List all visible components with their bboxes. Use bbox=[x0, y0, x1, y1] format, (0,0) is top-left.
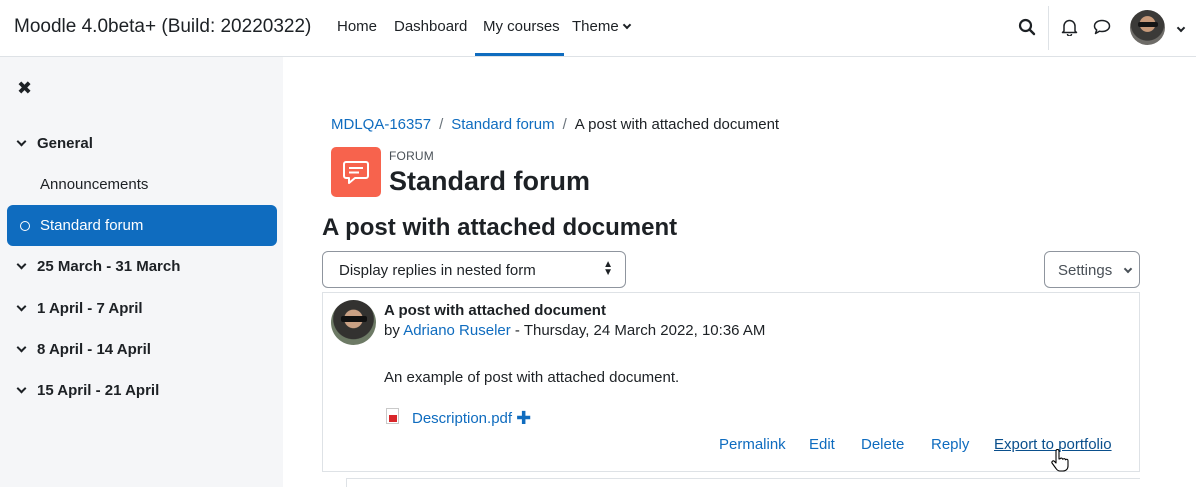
delete-link[interactable]: Delete bbox=[861, 436, 904, 453]
nav-theme-label: Theme bbox=[572, 18, 619, 35]
search-icon[interactable] bbox=[1018, 18, 1036, 36]
attachment-link[interactable]: Description.pdf bbox=[412, 410, 512, 427]
activity-type-label: FORUM bbox=[389, 149, 434, 163]
nav-my-courses[interactable]: My courses bbox=[483, 18, 560, 35]
section-label: 8 April - 14 April bbox=[37, 341, 151, 358]
section-label: General bbox=[37, 135, 93, 152]
discussion-title: A post with attached document bbox=[322, 214, 678, 241]
speech-bubble-icon bbox=[343, 161, 369, 184]
settings-button[interactable]: Settings bbox=[1044, 251, 1140, 288]
breadcrumb-separator: / bbox=[439, 116, 444, 133]
nav-dashboard[interactable]: Dashboard bbox=[394, 18, 467, 35]
chat-icon[interactable] bbox=[1093, 19, 1111, 35]
avatar-sunglasses bbox=[1138, 22, 1158, 27]
chevron-down-icon bbox=[622, 20, 631, 30]
author-link[interactable]: Adriano Ruseler bbox=[403, 322, 511, 339]
breadcrumb-current: A post with attached document bbox=[574, 116, 780, 133]
forum-icon bbox=[331, 147, 381, 197]
chevron-down-icon[interactable] bbox=[1176, 23, 1186, 33]
section-week-1[interactable]: 25 March - 31 March bbox=[16, 258, 181, 275]
section-week-4[interactable]: 15 April - 21 April bbox=[16, 382, 160, 399]
avatar[interactable] bbox=[1130, 10, 1165, 45]
reply-post-container bbox=[346, 478, 1140, 487]
site-name[interactable]: Moodle 4.0beta+ (Build: 20220322) bbox=[14, 16, 311, 38]
nav-home[interactable]: Home bbox=[337, 18, 377, 35]
top-navbar: Moodle 4.0beta+ (Build: 20220322) Home D… bbox=[0, 0, 1196, 57]
chevron-down-icon bbox=[16, 342, 27, 353]
edit-link[interactable]: Edit bbox=[809, 436, 835, 453]
section-label: 1 April - 7 April bbox=[37, 300, 143, 317]
nav-theme[interactable]: Theme bbox=[572, 18, 631, 35]
section-label: 15 April - 21 April bbox=[37, 382, 160, 399]
nav-active-indicator bbox=[475, 53, 564, 56]
section-general[interactable]: General bbox=[16, 135, 93, 152]
sidebar-item-label: Standard forum bbox=[40, 217, 144, 234]
hand-cursor-icon bbox=[1051, 449, 1069, 472]
settings-label: Settings bbox=[1058, 262, 1113, 279]
select-arrows-icon: ▲ ▼ bbox=[603, 259, 613, 278]
plus-icon[interactable]: ✚ bbox=[516, 408, 531, 428]
post-byline: by Adriano Ruseler - Thursday, 24 March … bbox=[384, 322, 765, 339]
display-mode-value: Display replies in nested form bbox=[339, 262, 536, 279]
attachment: Description.pdf ✚ bbox=[384, 407, 531, 428]
chevron-down-icon bbox=[16, 259, 27, 270]
chevron-down-icon bbox=[16, 136, 27, 147]
breadcrumb-forum[interactable]: Standard forum bbox=[451, 116, 554, 133]
breadcrumb-course[interactable]: MDLQA-16357 bbox=[331, 116, 431, 133]
section-week-3[interactable]: 8 April - 14 April bbox=[16, 341, 151, 358]
section-label: 25 March - 31 March bbox=[37, 258, 181, 275]
breadcrumb-separator: / bbox=[562, 116, 567, 133]
avatar-sunglasses bbox=[341, 316, 367, 322]
nav-divider bbox=[1048, 6, 1049, 50]
chevron-down-icon bbox=[1123, 264, 1133, 274]
post-body: An example of post with attached documen… bbox=[384, 369, 680, 386]
chevron-down-icon bbox=[16, 301, 27, 312]
page-title: Standard forum bbox=[389, 166, 591, 196]
byline-prefix: by bbox=[384, 322, 400, 339]
author-avatar[interactable] bbox=[331, 300, 376, 345]
sidebar-item-standard-forum[interactable]: Standard forum bbox=[7, 205, 277, 246]
post-date: - Thursday, 24 March 2022, 10:36 AM bbox=[514, 322, 766, 339]
display-mode-select[interactable]: Display replies in nested form ▲ ▼ bbox=[322, 251, 626, 288]
section-week-2[interactable]: 1 April - 7 April bbox=[16, 300, 143, 317]
close-icon[interactable]: ✖ bbox=[17, 78, 32, 99]
chevron-down-icon bbox=[16, 383, 27, 394]
post-subject: A post with attached document bbox=[384, 302, 606, 319]
reply-link[interactable]: Reply bbox=[931, 436, 969, 453]
sidebar-item-announcements[interactable]: Announcements bbox=[40, 176, 148, 193]
breadcrumb: MDLQA-16357 / Standard forum / A post with a… bbox=[331, 116, 779, 133]
permalink-link[interactable]: Permalink bbox=[719, 436, 786, 453]
circle-icon bbox=[20, 221, 30, 231]
bell-icon[interactable] bbox=[1061, 18, 1078, 36]
